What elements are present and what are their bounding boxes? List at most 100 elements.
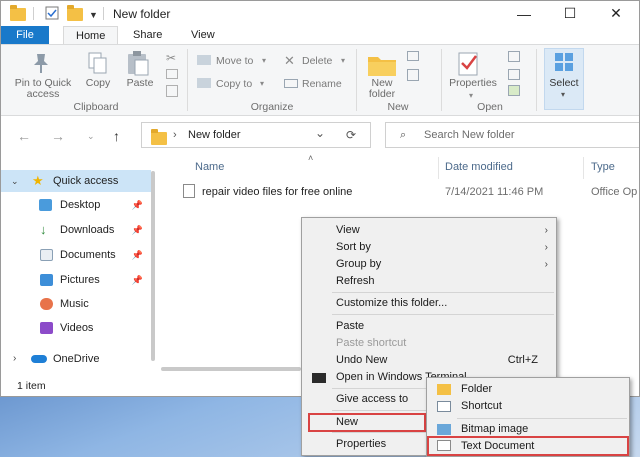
- documents-icon: [40, 249, 53, 261]
- history-icon[interactable]: [508, 85, 520, 96]
- window-title: New folder: [113, 7, 171, 21]
- move-to-button[interactable]: Move to: [216, 55, 253, 67]
- paste-icon: [126, 50, 150, 79]
- new-item-icon[interactable]: [407, 51, 419, 61]
- open-icon[interactable]: [508, 51, 520, 62]
- cut-icon[interactable]: ✂: [166, 51, 176, 65]
- nav-pane-scrollbar[interactable]: [151, 171, 155, 361]
- expand-chevron-icon[interactable]: ›: [13, 348, 16, 370]
- menu-shortcut: Ctrl+Z: [507, 354, 538, 366]
- nav-pictures[interactable]: Pictures 📌: [1, 269, 151, 291]
- submenu-item-folder[interactable]: Folder: [427, 381, 629, 398]
- paste-button[interactable]: Paste: [121, 78, 159, 89]
- pin-icon[interactable]: 📌: [132, 244, 143, 266]
- forward-arrow-icon[interactable]: →: [51, 128, 65, 144]
- menu-item-paste[interactable]: Paste: [302, 318, 556, 335]
- back-arrow-icon[interactable]: ←: [17, 128, 31, 144]
- nav-desktop[interactable]: Desktop 📌: [1, 194, 151, 216]
- menu-label: Give access to: [336, 393, 409, 405]
- menu-item-undo-new[interactable]: Undo New Ctrl+Z: [302, 352, 556, 369]
- nav-downloads[interactable]: ↓ Downloads 📌: [1, 219, 151, 241]
- nav-documents[interactable]: Documents 📌: [1, 244, 151, 266]
- nav-music[interactable]: Music: [1, 293, 151, 315]
- content-scrollbar[interactable]: [161, 367, 301, 371]
- new-folder-label-line2: folder: [368, 88, 396, 100]
- menu-item-refresh[interactable]: Refresh: [302, 273, 556, 290]
- submenu-arrow-icon: ›: [544, 242, 548, 253]
- menu-item-new[interactable]: New: [308, 413, 426, 432]
- paste-shortcut-icon[interactable]: [166, 85, 178, 97]
- menu-item-customize[interactable]: Customize this folder...: [302, 295, 556, 312]
- new-submenu: Folder Shortcut Bitmap image Text Docume…: [426, 377, 630, 457]
- easy-access-icon[interactable]: [407, 69, 419, 81]
- tab-view[interactable]: View: [179, 26, 227, 44]
- rename-button[interactable]: Rename: [302, 78, 342, 90]
- select-button[interactable]: Select: [544, 78, 584, 89]
- download-icon: ↓: [40, 222, 47, 237]
- nav-label: Music: [60, 298, 89, 310]
- breadcrumb-chevron-icon: ›: [173, 129, 177, 141]
- submenu-label: Text Document: [461, 440, 535, 452]
- column-header-type[interactable]: Type: [591, 161, 615, 173]
- menu-item-group-by[interactable]: Group by ›: [302, 256, 556, 273]
- pin-icon[interactable]: 📌: [132, 219, 143, 241]
- copy-to-icon: [197, 78, 211, 88]
- recent-locations-icon[interactable]: ⌄: [87, 131, 95, 142]
- edit-icon[interactable]: [508, 69, 520, 80]
- nav-onedrive[interactable]: › OneDrive: [1, 348, 151, 370]
- new-folder-icon: [367, 53, 397, 80]
- copy-to-button[interactable]: Copy to: [216, 78, 252, 90]
- organize-group-label: Organize: [250, 101, 294, 113]
- navigation-pane: ⌄ ★ Quick access Desktop 📌 ↓ Downloads 📌…: [1, 157, 156, 373]
- tab-share[interactable]: Share: [121, 26, 174, 44]
- address-dropdown-icon[interactable]: ⌄: [315, 126, 325, 140]
- delete-button[interactable]: Delete: [302, 55, 332, 67]
- delete-icon: ✕: [284, 53, 295, 68]
- menu-label: View: [336, 224, 360, 236]
- nav-quick-access[interactable]: ⌄ ★ Quick access: [1, 170, 151, 192]
- column-header-date[interactable]: Date modified: [445, 161, 513, 173]
- terminal-icon: [312, 373, 326, 383]
- desktop-icon: [39, 199, 52, 211]
- column-header-name[interactable]: Name: [195, 161, 224, 173]
- menu-item-view[interactable]: View ›: [302, 222, 556, 239]
- copy-button[interactable]: Copy: [81, 78, 115, 89]
- properties-button[interactable]: Properties: [445, 78, 501, 89]
- close-button[interactable]: ✕: [593, 1, 639, 26]
- submenu-item-text-document[interactable]: Text Document: [427, 436, 629, 456]
- menu-label: Group by: [336, 258, 382, 270]
- new-folder-qat-icon[interactable]: [67, 5, 83, 21]
- address-bar[interactable]: › New folder ⌄ ⟳: [141, 122, 371, 148]
- menu-item-paste-shortcut: Paste shortcut: [336, 337, 407, 349]
- refresh-icon[interactable]: ⟳: [346, 128, 356, 142]
- minimize-button[interactable]: —: [501, 1, 547, 26]
- tab-file[interactable]: File: [1, 26, 49, 44]
- maximize-button[interactable]: ☐: [547, 1, 593, 26]
- breadcrumb-path[interactable]: New folder: [188, 129, 241, 141]
- submenu-label: Shortcut: [461, 400, 502, 412]
- tab-home[interactable]: Home: [63, 26, 119, 44]
- pin-icon[interactable]: 📌: [132, 269, 143, 291]
- pin-to-quick-access-button[interactable]: Pin to Quick access: [5, 78, 81, 100]
- menu-label: Undo New: [336, 354, 388, 366]
- nav-videos[interactable]: Videos: [1, 317, 151, 339]
- properties-checkbox-icon[interactable]: [45, 6, 61, 20]
- menu-item-sort-by[interactable]: Sort by ›: [302, 239, 556, 256]
- up-arrow-icon[interactable]: ↑: [113, 128, 120, 144]
- file-date: 7/14/2021 11:46 PM: [445, 186, 544, 198]
- music-icon: [40, 298, 53, 310]
- pin-icon[interactable]: 📌: [132, 194, 143, 216]
- file-type: Office Op: [591, 186, 638, 198]
- copy-icon: [87, 51, 109, 78]
- submenu-item-shortcut[interactable]: Shortcut: [427, 398, 629, 415]
- file-name[interactable]: repair video files for free online: [202, 186, 352, 198]
- submenu-label: Bitmap image: [461, 423, 529, 435]
- new-folder-button[interactable]: New folder: [361, 78, 403, 100]
- search-placeholder: Search New folder: [424, 129, 515, 141]
- shortcut-icon: [437, 401, 451, 412]
- submenu-arrow-icon: ›: [544, 225, 548, 236]
- copy-path-icon[interactable]: [166, 69, 178, 79]
- collapse-chevron-icon[interactable]: ⌄: [11, 170, 19, 192]
- bitmap-icon: [437, 424, 451, 435]
- search-box[interactable]: ⌕ Search New folder: [385, 122, 639, 148]
